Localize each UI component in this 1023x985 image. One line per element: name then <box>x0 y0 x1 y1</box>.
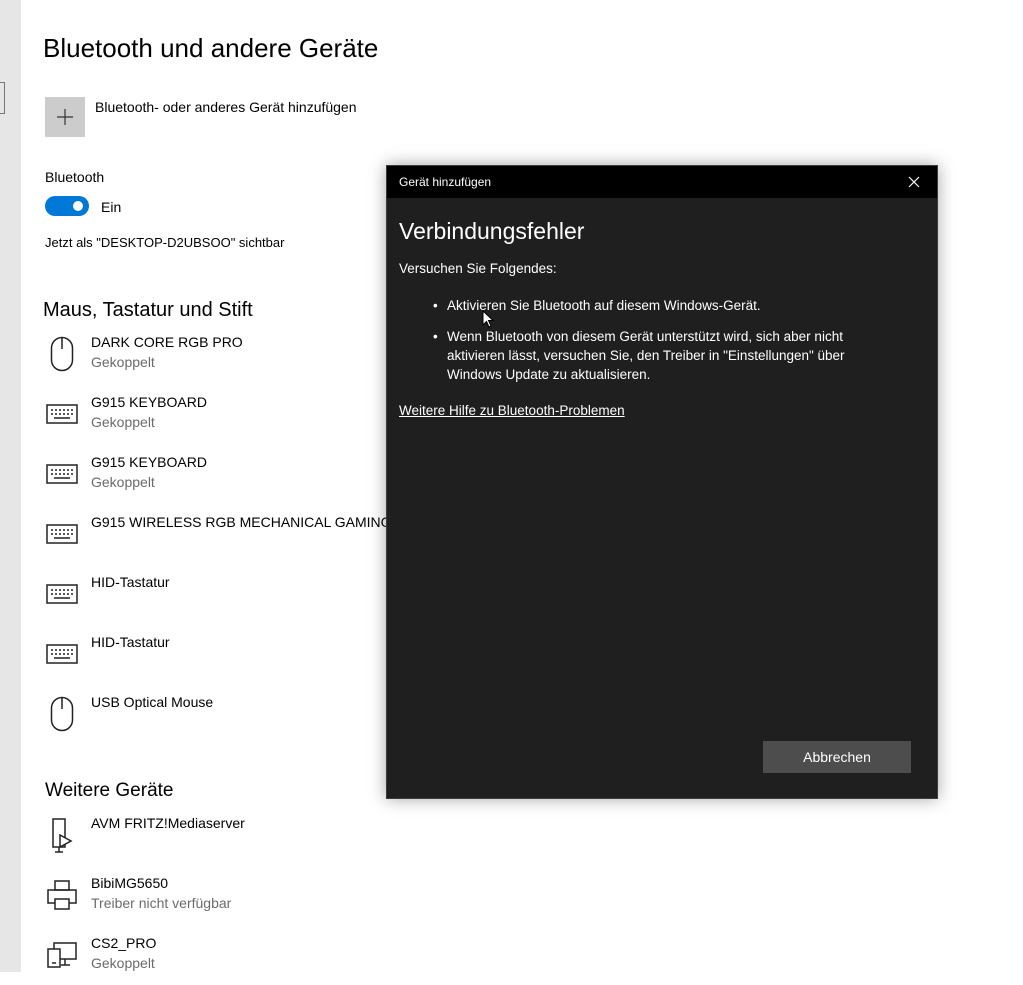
dialog-title: Gerät hinzufügen <box>399 175 492 189</box>
device-status: Gekoppelt <box>91 414 155 430</box>
device-status: Gekoppelt <box>91 955 155 971</box>
add-device-label[interactable]: Bluetooth- oder anderes Gerät hinzufügen <box>95 99 357 115</box>
keyboard-icon <box>45 574 79 614</box>
keyboard-icon <box>45 454 79 494</box>
bluetooth-toggle[interactable] <box>45 196 89 216</box>
sidebar-strip <box>0 0 21 972</box>
device-status: Treiber nicht verfügbar <box>91 895 232 911</box>
cancel-button[interactable]: Abbrechen <box>763 741 911 773</box>
error-intro: Versuchen Sie Folgendes: <box>399 261 557 276</box>
mouse-icon <box>45 694 79 734</box>
device-name: DARK CORE RGB PRO <box>91 334 243 350</box>
display-device-icon <box>45 935 79 975</box>
visibility-text: Jetzt als "DESKTOP-D2UBSOO" sichtbar <box>45 235 285 250</box>
device-name: G915 KEYBOARD <box>91 454 207 470</box>
device-name: G915 KEYBOARD <box>91 394 207 410</box>
toggle-knob <box>73 201 83 211</box>
plus-icon <box>57 109 73 125</box>
bluetooth-help-link[interactable]: Weitere Hilfe zu Bluetooth-Problemen <box>399 403 625 418</box>
device-name: USB Optical Mouse <box>91 694 214 710</box>
mouse-icon <box>45 334 79 374</box>
close-button[interactable] <box>891 166 937 198</box>
device-name: CS2_PRO <box>91 935 157 951</box>
keyboard-icon <box>45 514 79 554</box>
add-device-dialog: Gerät hinzufügen Verbindungsfehler Versu… <box>386 165 938 799</box>
suggestion-list: Aktivieren Sie Bluetooth auf diesem Wind… <box>433 296 867 396</box>
section-title-other-devices: Weitere Geräte <box>45 780 174 801</box>
sidebar-search-edge[interactable] <box>0 82 5 114</box>
keyboard-icon <box>45 634 79 674</box>
suggestion-item: Wenn Bluetooth von diesem Gerät unterstü… <box>433 327 867 384</box>
device-name: HID-Tastatur <box>91 574 170 590</box>
mouse-cursor-icon <box>482 309 495 333</box>
suggestion-item: Aktivieren Sie Bluetooth auf diesem Wind… <box>433 296 867 315</box>
keyboard-icon <box>45 394 79 434</box>
close-icon <box>908 176 920 188</box>
add-device-button[interactable] <box>45 97 85 137</box>
device-status: Gekoppelt <box>91 474 155 490</box>
printer-icon <box>45 875 79 915</box>
device-name: BibiMG5650 <box>91 875 169 891</box>
section-title-input-devices: Maus, Tastatur und Stift <box>43 299 253 321</box>
bluetooth-state-label: Ein <box>101 199 122 215</box>
device-status: Gekoppelt <box>91 354 155 370</box>
media-server-icon <box>45 815 79 855</box>
device-name: HID-Tastatur <box>91 634 170 650</box>
dialog-title-bar: Gerät hinzufügen <box>387 166 937 198</box>
bluetooth-label: Bluetooth <box>45 169 105 185</box>
error-title: Verbindungsfehler <box>399 218 585 244</box>
page-title: Bluetooth und andere Geräte <box>43 33 379 63</box>
device-name: AVM FRITZ!Mediaserver <box>91 815 245 831</box>
device-name: G915 WIRELESS RGB MECHANICAL GAMING KEY <box>91 514 424 530</box>
